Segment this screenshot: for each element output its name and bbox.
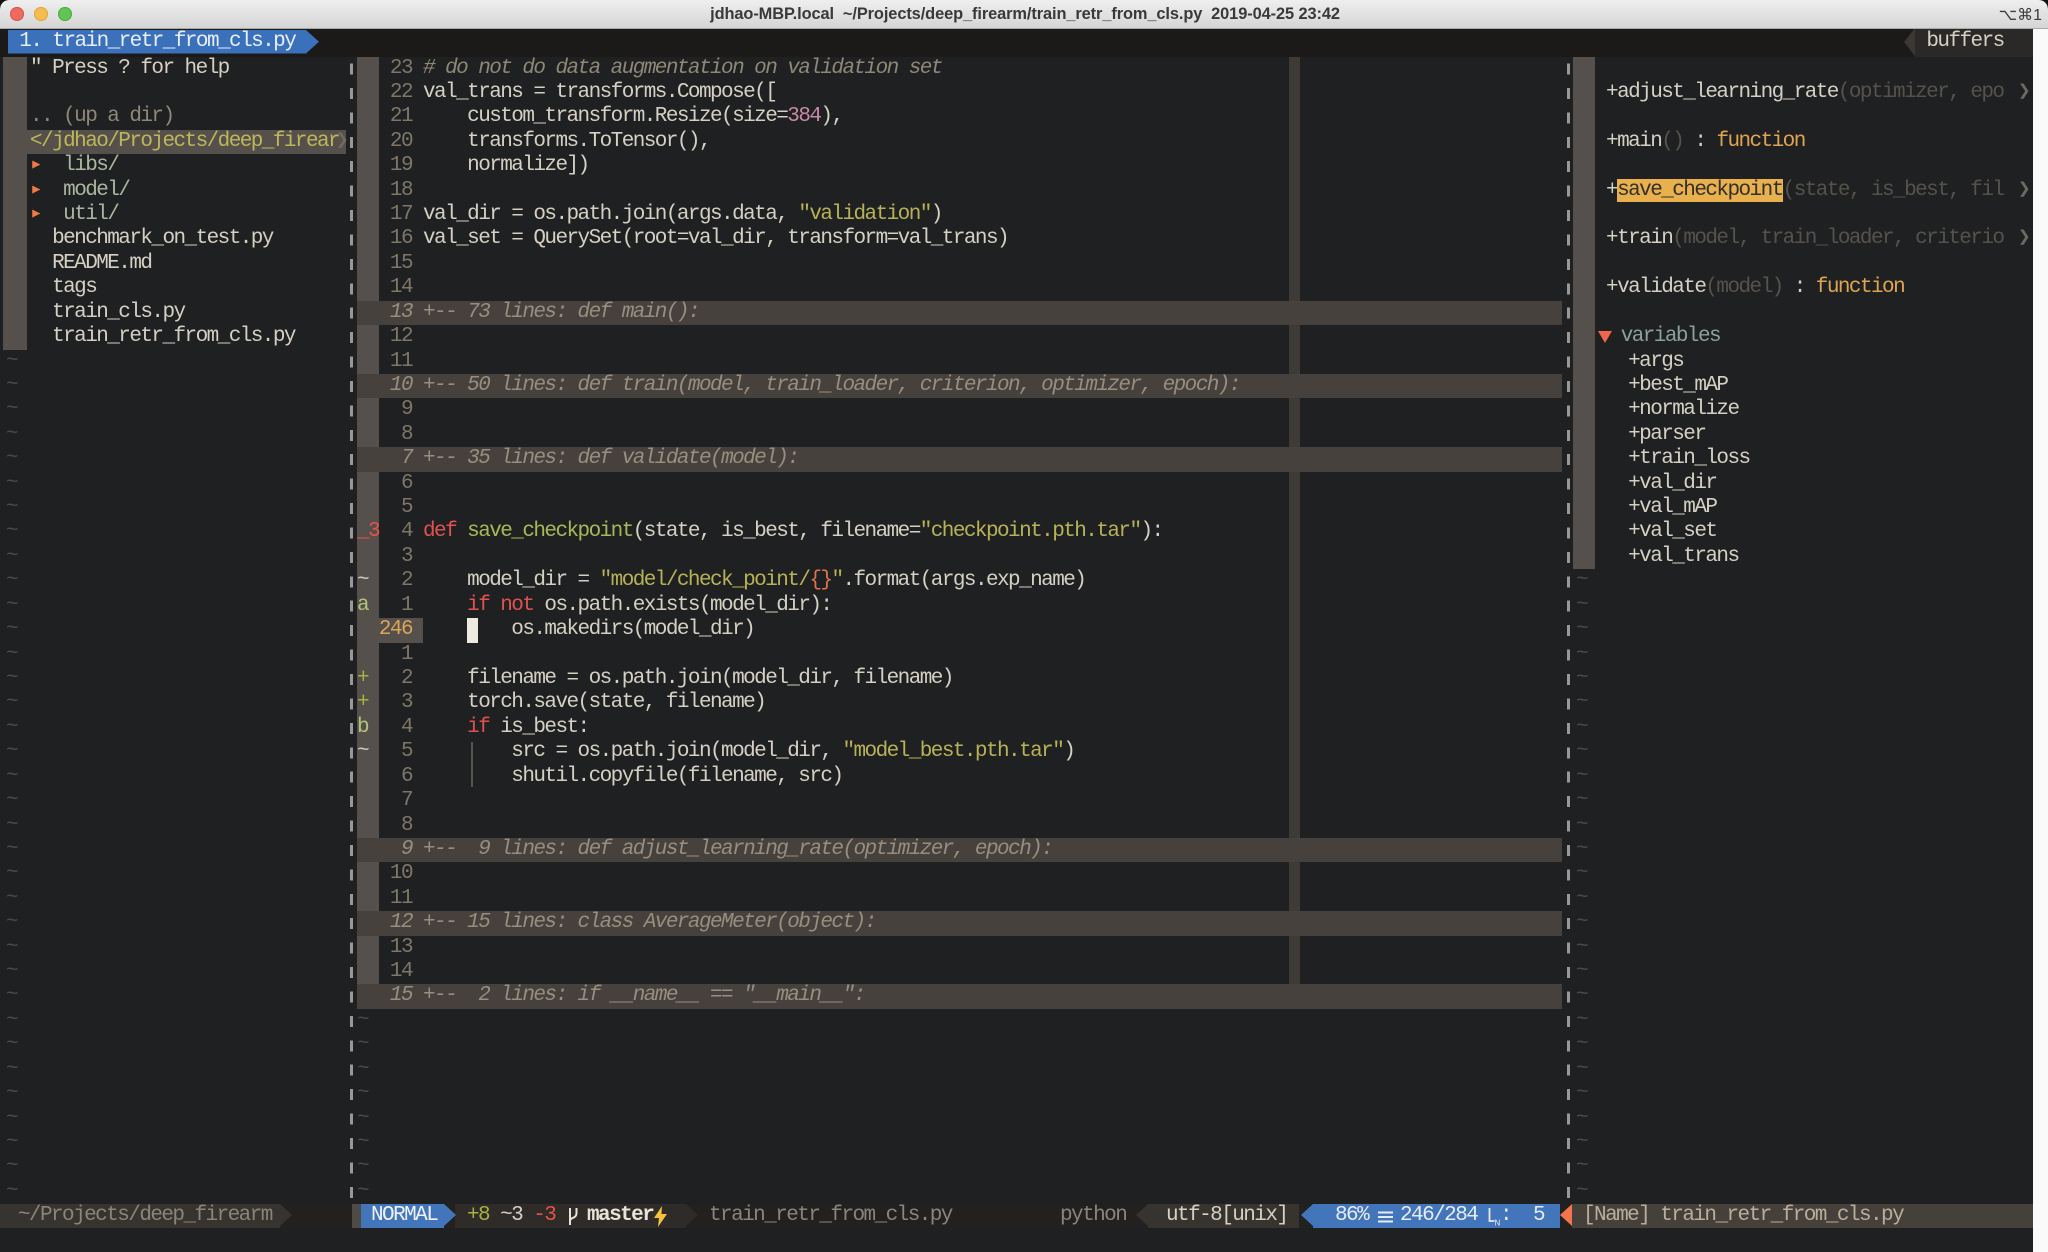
svg-text:N: N xyxy=(1495,1219,1501,1227)
